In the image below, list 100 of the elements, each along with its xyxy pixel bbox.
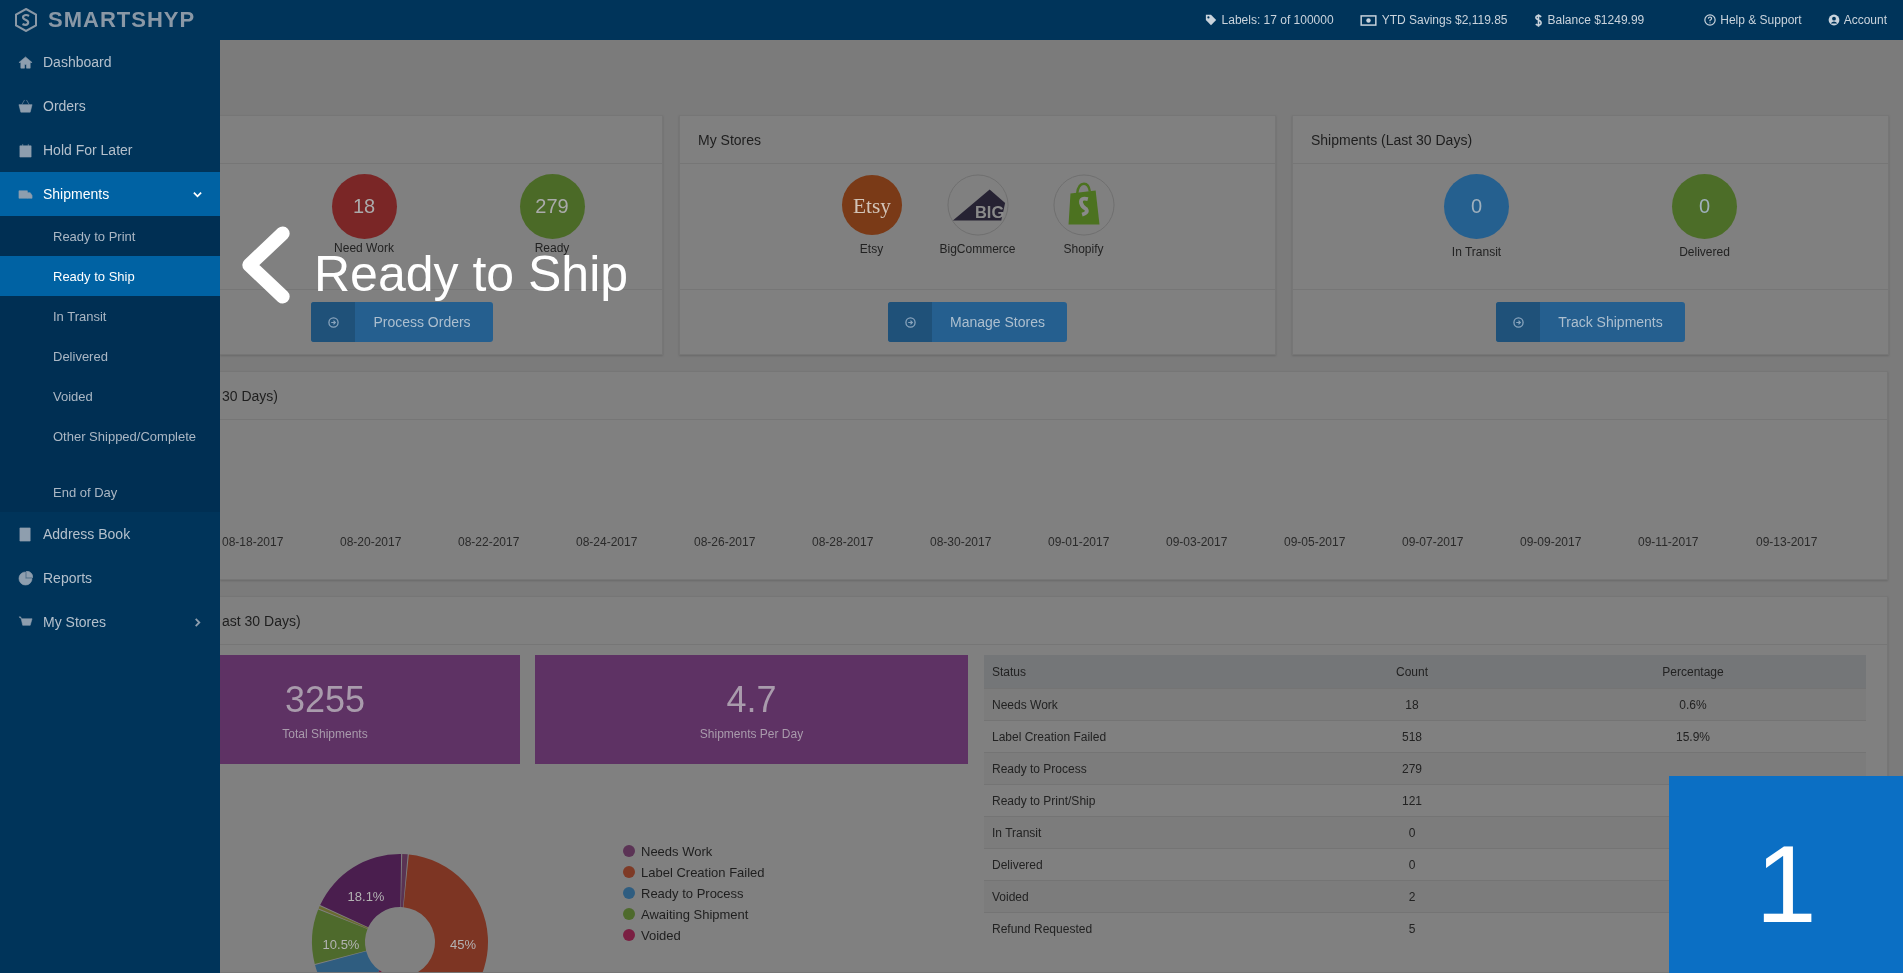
header-stat: Balance $1249.99 (1547, 13, 1645, 27)
arrow-circle-icon (327, 316, 339, 328)
count-label: In Transit (1451, 245, 1502, 259)
table-cell: Refund Requested (992, 921, 1093, 936)
axis-label: 08-28-2017 (812, 535, 875, 549)
submenu-item[interactable]: Delivered (0, 336, 220, 376)
stat-label: Total Shipments (282, 726, 368, 741)
legend-label: Needs Work (641, 843, 713, 859)
submenu-item[interactable]: Ready to Print (0, 216, 220, 256)
table-cell: 18 (1405, 697, 1419, 712)
store-logo: BIG (946, 174, 1009, 236)
submenu-item[interactable]: Voided (0, 376, 220, 416)
count-label: Delivered (1679, 245, 1730, 259)
axis-label: 08-22-2017 (458, 535, 521, 549)
sidebar-item[interactable]: Address Book (0, 512, 220, 556)
sidebar-item[interactable]: My Stores (0, 600, 220, 644)
sidebar-item[interactable]: Orders (0, 84, 220, 128)
shopping-bag-icon (1052, 174, 1115, 236)
table-cell: In Transit (992, 825, 1042, 840)
card-title: ast 30 Days) (222, 612, 301, 629)
submenu-item[interactable]: In Transit (0, 296, 220, 336)
axis-label: 09-09-2017 (1520, 535, 1583, 549)
table-cell: 0 (1408, 857, 1416, 872)
tag-icon (1204, 14, 1217, 26)
store-name: Shopify (1063, 242, 1104, 256)
store-name: Etsy (859, 242, 884, 256)
slice-label: 18.1% (347, 889, 385, 904)
header-stat: Labels: 17 of 100000 (1221, 13, 1334, 27)
home-icon (18, 54, 33, 70)
table-cell: Needs Work (992, 697, 1058, 712)
pie-chart-icon (18, 570, 33, 586)
stat-value: 3255 (284, 678, 366, 721)
stat-value: 4.7 (726, 678, 777, 721)
basket-icon (18, 98, 33, 114)
chevron-down-icon (193, 189, 202, 199)
dollar-icon (1533, 12, 1543, 28)
submenu-item[interactable]: Ready to Ship (0, 256, 220, 296)
count-circle: 279 (519, 174, 585, 239)
arrow-circle-icon (1512, 316, 1524, 328)
action-button[interactable]: Manage Stores (888, 302, 1067, 342)
card-title: Shipments (Last 30 Days) (1311, 131, 1473, 148)
header-link[interactable]: Account (1827, 13, 1887, 27)
table-cell: 5 (1408, 921, 1416, 936)
axis-label: 08-26-2017 (694, 535, 757, 549)
logo-text: SMARTSHYP (48, 7, 196, 33)
table-cell: Delivered (992, 857, 1043, 872)
axis-label: 08-30-2017 (930, 535, 993, 549)
axis-label: 09-03-2017 (1166, 535, 1229, 549)
count-circle: 0 (1444, 174, 1509, 239)
column-header: Status (984, 655, 1304, 689)
table-cell: Ready to Process (992, 761, 1087, 776)
table-cell: 518 (1402, 729, 1422, 744)
legend-label: Awaiting Shipment (641, 906, 749, 922)
column-header: Count (1304, 655, 1520, 689)
axis-label: 09-01-2017 (1048, 535, 1111, 549)
action-button[interactable]: Track Shipments (1496, 302, 1685, 342)
legend-label: Voided (641, 927, 681, 943)
banknote-icon (1359, 14, 1377, 26)
axis-label: 09-11-2017 (1638, 535, 1700, 549)
calendar-icon (18, 142, 33, 158)
logo-icon (14, 8, 38, 32)
help-icon (1704, 14, 1717, 26)
store-name: BigCommerce (939, 242, 1016, 256)
chevron-right-icon (193, 617, 202, 627)
user-icon (1827, 14, 1840, 26)
table-cell: 279 (1402, 761, 1422, 776)
slice-label: 10.5% (322, 937, 360, 952)
table-cell: Label Creation Failed (992, 729, 1107, 744)
arrow-circle-icon (904, 316, 916, 328)
table-cell: Ready to Print/Ship (992, 793, 1096, 808)
store-logo: Etsy (840, 174, 903, 236)
axis-label: 08-20-2017 (340, 535, 403, 549)
stat-label: Shipments Per Day (699, 726, 804, 741)
sidebar-item[interactable]: Hold For Later (0, 128, 220, 172)
table-cell: 0.6% (1679, 697, 1707, 712)
card-title: My Stores (698, 131, 761, 148)
axis-label: 09-13-2017 (1756, 535, 1819, 549)
sidebar-item[interactable]: Dashboard (0, 40, 220, 84)
action-button[interactable]: Process Orders (311, 302, 493, 342)
card-title: 30 Days) (222, 387, 279, 404)
count-circle: 0 (1672, 174, 1737, 239)
axis-label: 08-24-2017 (576, 535, 639, 549)
axis-label: 09-05-2017 (1284, 535, 1347, 549)
table-cell: 0 (1408, 825, 1416, 840)
table-cell: 121 (1402, 793, 1422, 808)
table-cell: 2 (1408, 889, 1416, 904)
axis-label: 09-07-2017 (1402, 535, 1465, 549)
sidebar-item[interactable]: Shipments (0, 172, 220, 216)
header-stat: YTD Savings $2,119.85 (1381, 13, 1508, 27)
address-book-icon (18, 526, 33, 542)
submenu-item[interactable]: Other Shipped/Complete (0, 416, 220, 456)
sidebar-item[interactable]: Reports (0, 556, 220, 600)
legend-label: Label Creation Failed (641, 864, 765, 880)
legend-label: Ready to Process (641, 885, 744, 901)
table-cell: Voided (992, 889, 1029, 904)
submenu-item[interactable]: End of Day (0, 456, 220, 512)
axis-label: 08-18-2017 (222, 535, 285, 549)
header-link[interactable]: Help & Support (1704, 13, 1802, 27)
slice-label: 45% (450, 937, 476, 952)
step-badge: 1 (1669, 776, 1903, 973)
